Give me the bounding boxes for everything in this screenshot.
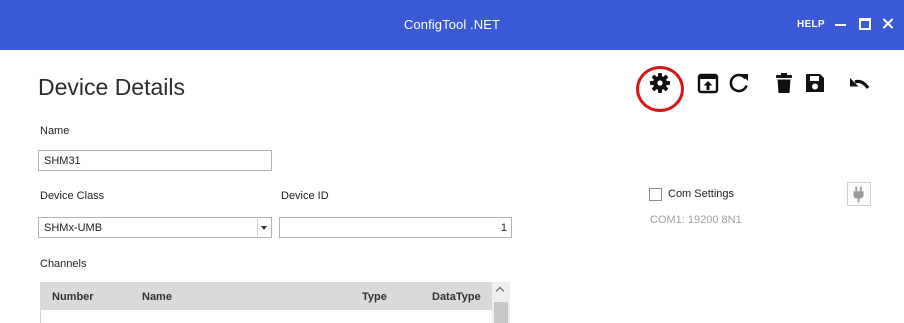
close-icon[interactable] (880, 14, 896, 34)
device-id-label: Device ID (281, 190, 329, 202)
chevron-down-icon[interactable] (257, 219, 271, 236)
device-id-field[interactable]: 1 (279, 217, 512, 238)
column-header-number[interactable]: Number (52, 291, 94, 303)
undo-button[interactable] (846, 70, 872, 96)
name-field[interactable]: SHM31 (38, 150, 272, 171)
channels-table-header: Number Name Type DataType (40, 282, 492, 310)
device-class-select[interactable]: SHMx-UMB (38, 217, 272, 238)
scroll-thumb[interactable] (494, 302, 508, 323)
trash-icon (776, 73, 792, 93)
channels-table-body (40, 310, 493, 323)
upload-icon (697, 73, 719, 94)
com-info-text: COM1: 19200 8N1 (650, 214, 742, 226)
vertical-scrollbar[interactable] (492, 282, 510, 323)
chevron-up-icon[interactable] (492, 282, 510, 299)
column-header-type[interactable]: Type (362, 291, 387, 303)
delete-button[interactable] (771, 70, 797, 96)
title-bar: ConfigTool .NET HELP (0, 0, 904, 50)
window-title: ConfigTool .NET (403, 17, 501, 32)
save-button[interactable] (802, 70, 828, 96)
name-label: Name (40, 125, 70, 137)
channels-label: Channels (40, 258, 87, 270)
save-icon (806, 74, 824, 92)
upload-button[interactable] (695, 70, 721, 96)
maximize-icon[interactable] (857, 14, 873, 34)
device-class-label: Device Class (40, 190, 105, 202)
help-button[interactable]: HELP (797, 19, 825, 30)
column-header-datatype[interactable]: DataType (432, 291, 481, 303)
minimize-icon[interactable] (833, 14, 849, 34)
page-title: Device Details (38, 74, 185, 100)
highlight-circle (636, 66, 684, 112)
refresh-button[interactable] (726, 70, 752, 96)
undo-icon (850, 78, 870, 89)
com-settings-checkbox[interactable] (649, 188, 662, 201)
column-header-name[interactable]: Name (142, 291, 172, 303)
plug-icon (853, 186, 864, 203)
connect-button[interactable] (847, 182, 871, 206)
com-settings-label: Com Settings (668, 188, 735, 200)
refresh-icon (729, 73, 748, 93)
